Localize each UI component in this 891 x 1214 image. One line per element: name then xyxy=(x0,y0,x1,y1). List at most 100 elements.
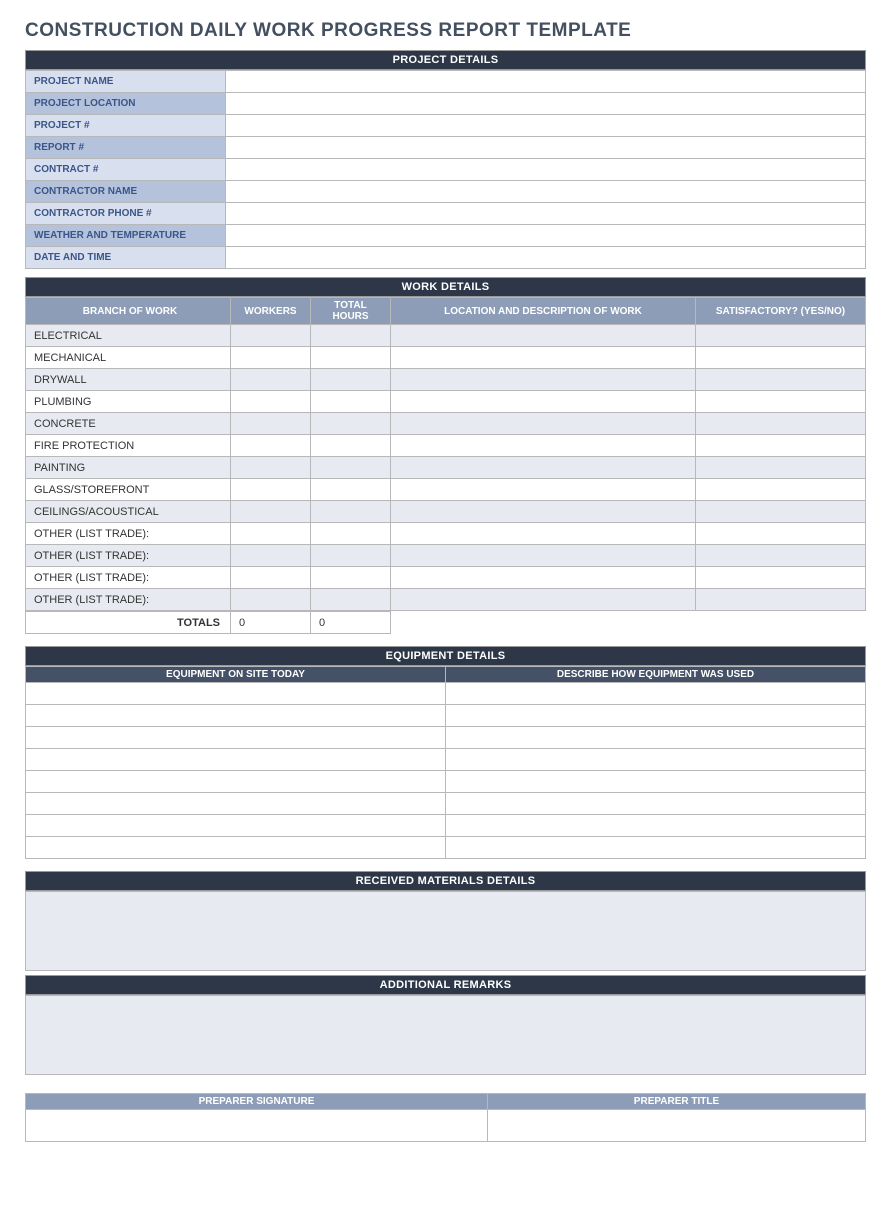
work-cell-workers[interactable] xyxy=(231,589,311,611)
work-cell-loc[interactable] xyxy=(391,435,696,457)
work-cell-loc[interactable] xyxy=(391,413,696,435)
equipment-usage-cell[interactable] xyxy=(446,793,866,815)
work-cell-loc[interactable] xyxy=(391,457,696,479)
work-cell-hours[interactable] xyxy=(311,347,391,369)
work-cell-workers[interactable] xyxy=(231,545,311,567)
equipment-usage-cell[interactable] xyxy=(446,815,866,837)
work-cell-workers[interactable] xyxy=(231,523,311,545)
work-cell-hours[interactable] xyxy=(311,413,391,435)
work-cell-sat[interactable] xyxy=(696,545,866,567)
equipment-usage-cell[interactable] xyxy=(446,771,866,793)
work-cell-workers[interactable] xyxy=(231,435,311,457)
work-cell-workers[interactable] xyxy=(231,457,311,479)
equipment-usage-cell[interactable] xyxy=(446,749,866,771)
work-cell-workers[interactable] xyxy=(231,479,311,501)
work-cell-sat[interactable] xyxy=(696,435,866,457)
work-cell-hours[interactable] xyxy=(311,457,391,479)
equipment-details-header: EQUIPMENT DETAILS xyxy=(25,646,866,666)
work-cell-loc[interactable] xyxy=(391,501,696,523)
work-cell-hours[interactable] xyxy=(311,523,391,545)
work-cell-sat[interactable] xyxy=(696,325,866,347)
equipment-details-table: EQUIPMENT ON SITE TODAY DESCRIBE HOW EQU… xyxy=(25,666,866,859)
preparer-signature-field[interactable] xyxy=(26,1110,488,1142)
equipment-row xyxy=(26,837,866,859)
project-field-value[interactable] xyxy=(226,181,866,203)
project-field-value[interactable] xyxy=(226,225,866,247)
equipment-usage-cell[interactable] xyxy=(446,705,866,727)
equipment-usage-cell[interactable] xyxy=(446,683,866,705)
project-field-value[interactable] xyxy=(226,203,866,225)
equipment-onsite-cell[interactable] xyxy=(26,705,446,727)
work-cell-loc[interactable] xyxy=(391,479,696,501)
work-cell-loc[interactable] xyxy=(391,369,696,391)
equipment-usage-cell[interactable] xyxy=(446,837,866,859)
work-cell-sat[interactable] xyxy=(696,501,866,523)
project-field-value[interactable] xyxy=(226,247,866,269)
work-cell-hours[interactable] xyxy=(311,567,391,589)
totals-workers[interactable]: 0 xyxy=(231,612,311,634)
work-cell-loc[interactable] xyxy=(391,545,696,567)
work-cell-sat[interactable] xyxy=(696,347,866,369)
work-cell-loc[interactable] xyxy=(391,567,696,589)
col-preparer-signature: PREPARER SIGNATURE xyxy=(26,1094,488,1110)
work-row: OTHER (LIST TRADE): xyxy=(26,567,866,589)
work-cell-workers[interactable] xyxy=(231,391,311,413)
project-field-label: WEATHER AND TEMPERATURE xyxy=(26,225,226,247)
equipment-onsite-cell[interactable] xyxy=(26,837,446,859)
work-cell-sat[interactable] xyxy=(696,589,866,611)
work-cell-hours[interactable] xyxy=(311,435,391,457)
work-cell-sat[interactable] xyxy=(696,567,866,589)
work-cell-workers[interactable] xyxy=(231,347,311,369)
work-cell-loc[interactable] xyxy=(391,347,696,369)
project-row: DATE AND TIME xyxy=(26,247,866,269)
totals-hours[interactable]: 0 xyxy=(311,612,391,634)
col-preparer-title: PREPARER TITLE xyxy=(488,1094,866,1110)
equipment-row xyxy=(26,793,866,815)
materials-textarea[interactable] xyxy=(25,891,866,971)
equipment-onsite-cell[interactable] xyxy=(26,793,446,815)
work-cell-workers[interactable] xyxy=(231,413,311,435)
project-row: CONTRACTOR PHONE # xyxy=(26,203,866,225)
work-cell-workers[interactable] xyxy=(231,567,311,589)
equipment-onsite-cell[interactable] xyxy=(26,815,446,837)
project-field-value[interactable] xyxy=(226,137,866,159)
work-cell-sat[interactable] xyxy=(696,479,866,501)
remarks-header: ADDITIONAL REMARKS xyxy=(25,975,866,995)
project-field-value[interactable] xyxy=(226,71,866,93)
work-cell-loc[interactable] xyxy=(391,523,696,545)
work-row: ELECTRICAL xyxy=(26,325,866,347)
work-cell-hours[interactable] xyxy=(311,391,391,413)
project-field-value[interactable] xyxy=(226,115,866,137)
work-cell-hours[interactable] xyxy=(311,501,391,523)
work-cell-branch: GLASS/STOREFRONT xyxy=(26,479,231,501)
project-row: PROJECT # xyxy=(26,115,866,137)
work-cell-sat[interactable] xyxy=(696,457,866,479)
work-cell-loc[interactable] xyxy=(391,391,696,413)
equipment-onsite-cell[interactable] xyxy=(26,727,446,749)
work-cell-sat[interactable] xyxy=(696,413,866,435)
equipment-usage-cell[interactable] xyxy=(446,727,866,749)
work-cell-sat[interactable] xyxy=(696,369,866,391)
equipment-onsite-cell[interactable] xyxy=(26,771,446,793)
preparer-title-field[interactable] xyxy=(488,1110,866,1142)
equipment-onsite-cell[interactable] xyxy=(26,749,446,771)
work-cell-sat[interactable] xyxy=(696,391,866,413)
project-field-value[interactable] xyxy=(226,93,866,115)
equipment-row xyxy=(26,727,866,749)
equipment-onsite-cell[interactable] xyxy=(26,683,446,705)
work-cell-sat[interactable] xyxy=(696,523,866,545)
work-cell-workers[interactable] xyxy=(231,501,311,523)
work-cell-hours[interactable] xyxy=(311,479,391,501)
work-cell-workers[interactable] xyxy=(231,325,311,347)
remarks-textarea[interactable] xyxy=(25,995,866,1075)
project-field-label: DATE AND TIME xyxy=(26,247,226,269)
work-cell-hours[interactable] xyxy=(311,369,391,391)
work-cell-branch: ELECTRICAL xyxy=(26,325,231,347)
work-cell-hours[interactable] xyxy=(311,325,391,347)
project-field-value[interactable] xyxy=(226,159,866,181)
work-cell-workers[interactable] xyxy=(231,369,311,391)
work-cell-loc[interactable] xyxy=(391,589,696,611)
work-cell-loc[interactable] xyxy=(391,325,696,347)
work-cell-hours[interactable] xyxy=(311,545,391,567)
work-cell-hours[interactable] xyxy=(311,589,391,611)
